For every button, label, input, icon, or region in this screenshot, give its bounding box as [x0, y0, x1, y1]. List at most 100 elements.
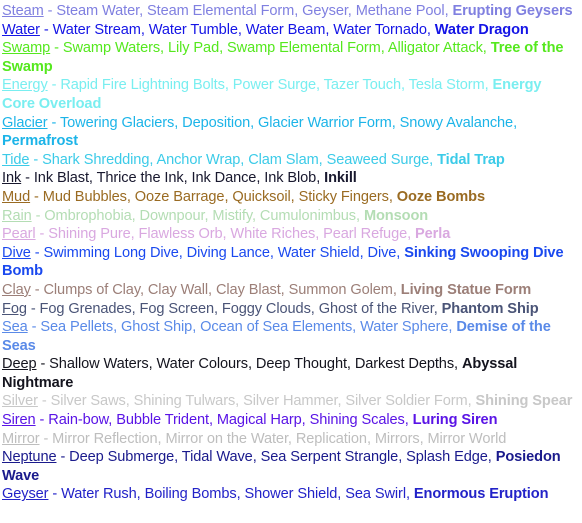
move-name: White Riches: [230, 226, 316, 243]
move-delimiter: ,: [140, 21, 149, 38]
move-delimiter: ,: [269, 244, 278, 261]
element-name-link[interactable]: Clay: [2, 282, 31, 298]
move-delimiter: ,: [113, 319, 121, 336]
move-name: Alligator Attack: [387, 40, 483, 57]
move-name: Ghost of the River: [318, 300, 434, 317]
element-name-link[interactable]: Deep: [2, 356, 37, 372]
move-name: Clay Blast: [215, 281, 281, 298]
move-name: Ghost Ship: [121, 319, 193, 336]
element-name-link[interactable]: Water: [2, 22, 40, 38]
move-delimiter: ,: [347, 3, 356, 19]
name-separator: -: [26, 300, 40, 317]
name-separator: -: [21, 170, 34, 187]
move-name: Swamp Waters: [62, 40, 161, 57]
name-separator: -: [27, 319, 41, 336]
move-name: Magical Harp: [216, 412, 302, 429]
element-name-link[interactable]: Siren: [2, 412, 36, 428]
move-name: Boiling Bombs: [144, 486, 237, 503]
move-name: Power Surge: [232, 77, 317, 94]
move-name: Silver Saws: [50, 393, 126, 410]
name-separator: -: [43, 3, 57, 19]
element-name-link[interactable]: Sea: [2, 319, 28, 335]
element-row: Clay - Clumps of Clay, Clay Wall, Clay B…: [2, 281, 578, 300]
name-separator: -: [39, 21, 53, 38]
move-name: Silver Hammer: [243, 393, 338, 410]
move-delimiter: ,: [183, 170, 192, 187]
move-name: Water Beam: [245, 21, 326, 38]
move-delimiter: ,: [251, 207, 260, 224]
move-delimiter: ,: [280, 281, 289, 298]
move-delimiter: ,: [429, 151, 438, 168]
move-name: Mistify: [212, 207, 252, 224]
move-name: Dive: [367, 244, 397, 261]
name-separator: -: [30, 281, 44, 298]
final-move-name: Enormous Eruption: [413, 486, 549, 503]
move-delimiter: ,: [88, 170, 97, 187]
move-name: Water Shield: [277, 244, 360, 261]
move-delimiter: ,: [482, 40, 491, 57]
element-name-link[interactable]: Neptune: [2, 449, 57, 465]
move-name: Water Tumble: [148, 21, 238, 38]
move-name: Deep Thought: [255, 356, 347, 373]
name-separator: -: [30, 188, 43, 205]
element-row: Water - Water Stream, Water Tumble, Wate…: [2, 21, 578, 40]
name-separator: -: [47, 77, 61, 94]
element-name-link[interactable]: Dive: [2, 245, 31, 261]
element-name-link[interactable]: Mud: [2, 189, 30, 205]
move-delimiter: ,: [484, 77, 493, 94]
move-name: Swimming Long Dive: [43, 244, 179, 261]
move-name: Geyser: [302, 3, 348, 19]
move-delimiter: ,: [398, 449, 407, 466]
element-name-link[interactable]: Geyser: [2, 486, 49, 502]
element-row: Ink - Ink Blast, Thrice the Ink, Ink Dan…: [2, 169, 578, 188]
move-name: Ocean of Sea Elements: [200, 319, 353, 336]
final-move-name: Living Statue Form: [400, 281, 532, 298]
move-delimiter: ,: [315, 226, 324, 243]
name-separator: -: [36, 356, 50, 373]
move-delimiter: ,: [131, 300, 140, 317]
move-name: Ink Dance: [191, 170, 257, 187]
element-name-link[interactable]: Glacier: [2, 115, 48, 131]
move-name: Shining Tulwars: [133, 393, 236, 410]
element-name-link[interactable]: Ink: [2, 170, 21, 186]
move-name: Shining Scales: [309, 412, 405, 429]
element-name-link[interactable]: Tide: [2, 152, 30, 168]
move-delimiter: ,: [247, 356, 256, 373]
element-name-link[interactable]: Fog: [2, 301, 27, 317]
move-name: Silver Soldier Form: [345, 393, 468, 410]
move-name: Flawless Orb: [138, 226, 223, 243]
element-row: Dive - Swimming Long Dive, Diving Lance,…: [2, 244, 578, 281]
move-name: Sea Serpent Strangle: [260, 449, 399, 466]
move-name: Clay Wall: [147, 281, 209, 298]
move-name: Lily Pad: [167, 40, 220, 57]
move-delimiter: ,: [359, 244, 368, 261]
element-name-link[interactable]: Energy: [2, 77, 48, 93]
move-name: Sea Swirl: [345, 486, 406, 503]
move-delimiter: ,: [290, 188, 299, 205]
name-separator: -: [56, 449, 70, 466]
move-name: Anchor Wrap: [156, 151, 241, 168]
element-name-link[interactable]: Rain: [2, 208, 32, 224]
move-delimiter: ,: [139, 281, 148, 298]
element-name-link[interactable]: Silver: [2, 393, 38, 409]
move-name: Darkest Depths: [354, 356, 455, 373]
move-name: Ink Blob: [264, 170, 317, 187]
move-name: Clumps of Clay: [43, 281, 140, 298]
element-name-link[interactable]: Swamp: [2, 40, 50, 56]
move-name: Water Stream: [52, 21, 141, 38]
element-row: Glacier - Towering Glaciers, Deposition,…: [2, 114, 578, 151]
move-name: Splash Edge: [406, 449, 488, 466]
move-delimiter: ,: [178, 244, 187, 261]
element-name-link[interactable]: Mirror: [2, 431, 40, 447]
move-name: Cumulonimbus: [259, 207, 357, 224]
move-name: Towering Glaciers: [59, 114, 175, 131]
move-delimiter: ,: [250, 114, 259, 131]
move-delimiter: ,: [136, 486, 145, 503]
final-move-name: Inkill: [324, 170, 357, 187]
element-name-link[interactable]: Steam: [2, 3, 44, 19]
move-delimiter: ,: [467, 393, 476, 410]
final-move-name: Water Dragon: [434, 21, 529, 38]
move-delimiter: ,: [404, 412, 413, 429]
element-row: Fog - Fog Grenades, Fog Screen, Foggy Cl…: [2, 300, 578, 319]
element-name-link[interactable]: Pearl: [2, 226, 36, 242]
